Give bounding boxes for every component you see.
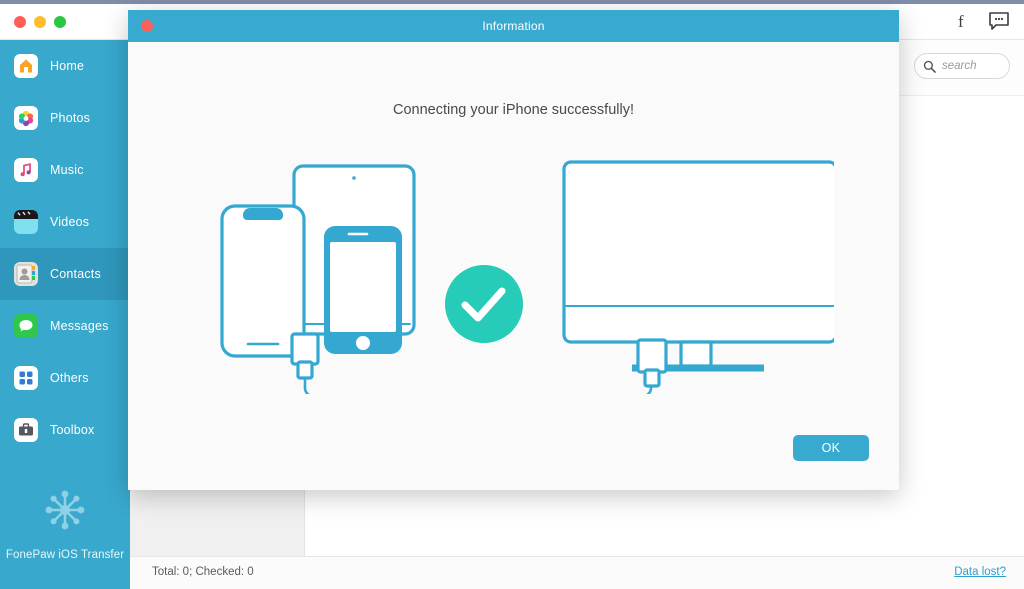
sidebar-item-photos[interactable]: Photos	[0, 92, 130, 144]
sidebar-item-toolbox[interactable]: Toolbox	[0, 404, 130, 456]
close-window-button[interactable]	[14, 16, 26, 28]
device-to-computer-connection-illustration	[219, 160, 834, 394]
sidebar-item-label: Contacts	[50, 267, 101, 281]
home-icon	[14, 54, 38, 78]
window-controls[interactable]	[14, 16, 66, 28]
sidebar-item-label: Others	[50, 371, 89, 385]
data-lost-link[interactable]: Data lost?	[954, 566, 1006, 578]
videos-icon	[14, 210, 38, 234]
status-bar: Total: 0; Checked: 0 Data lost?	[130, 556, 1024, 589]
contacts-icon	[14, 262, 38, 286]
facebook-icon[interactable]: f	[950, 10, 972, 32]
photos-icon	[14, 106, 38, 130]
music-icon	[14, 158, 38, 182]
ok-button[interactable]: OK	[793, 435, 869, 461]
totals-label: Total: 0; Checked: 0	[152, 566, 254, 578]
sidebar-item-home[interactable]: Home	[0, 40, 130, 92]
sidebar-item-label: Toolbox	[50, 423, 95, 437]
brand-block: FonePaw iOS Transfer	[0, 486, 130, 561]
dialog-message: Connecting your iPhone successfully!	[393, 102, 634, 118]
messages-icon	[14, 314, 38, 338]
sidebar-item-messages[interactable]: Messages	[0, 300, 130, 352]
dialog-title: Information	[482, 19, 545, 33]
sidebar: Home Photos Music Videos Contacts Messag…	[0, 40, 130, 589]
search-icon	[923, 60, 936, 73]
sidebar-item-music[interactable]: Music	[0, 144, 130, 196]
minimize-window-button[interactable]	[34, 16, 46, 28]
svg-text:f: f	[958, 12, 964, 31]
others-icon	[14, 366, 38, 390]
sidebar-item-label: Music	[50, 163, 84, 177]
information-dialog: Information Connecting your iPhone succe…	[128, 10, 899, 490]
dialog-titlebar: Information	[128, 10, 899, 42]
titlebar-actions: f	[950, 10, 1010, 32]
sidebar-item-label: Messages	[50, 319, 109, 333]
screen: f Home Photos Music Videos Contacts Mess…	[0, 0, 1024, 589]
snowflake-icon	[45, 490, 85, 530]
sidebar-item-label: Home	[50, 59, 85, 73]
sidebar-item-others[interactable]: Others	[0, 352, 130, 404]
maximize-window-button[interactable]	[54, 16, 66, 28]
brand-name: FonePaw iOS Transfer	[5, 549, 125, 561]
sidebar-item-label: Videos	[50, 215, 90, 229]
sidebar-item-contacts[interactable]: Contacts	[0, 248, 130, 300]
search-input[interactable]: search	[914, 53, 1010, 79]
check-circle-icon	[444, 265, 523, 343]
sidebar-item-label: Photos	[50, 111, 91, 125]
search-placeholder: search	[942, 60, 977, 72]
dialog-body: Connecting your iPhone successfully! OK	[128, 42, 899, 490]
sidebar-item-videos[interactable]: Videos	[0, 196, 130, 248]
toolbox-icon	[14, 418, 38, 442]
feedback-chat-icon[interactable]	[988, 10, 1010, 32]
